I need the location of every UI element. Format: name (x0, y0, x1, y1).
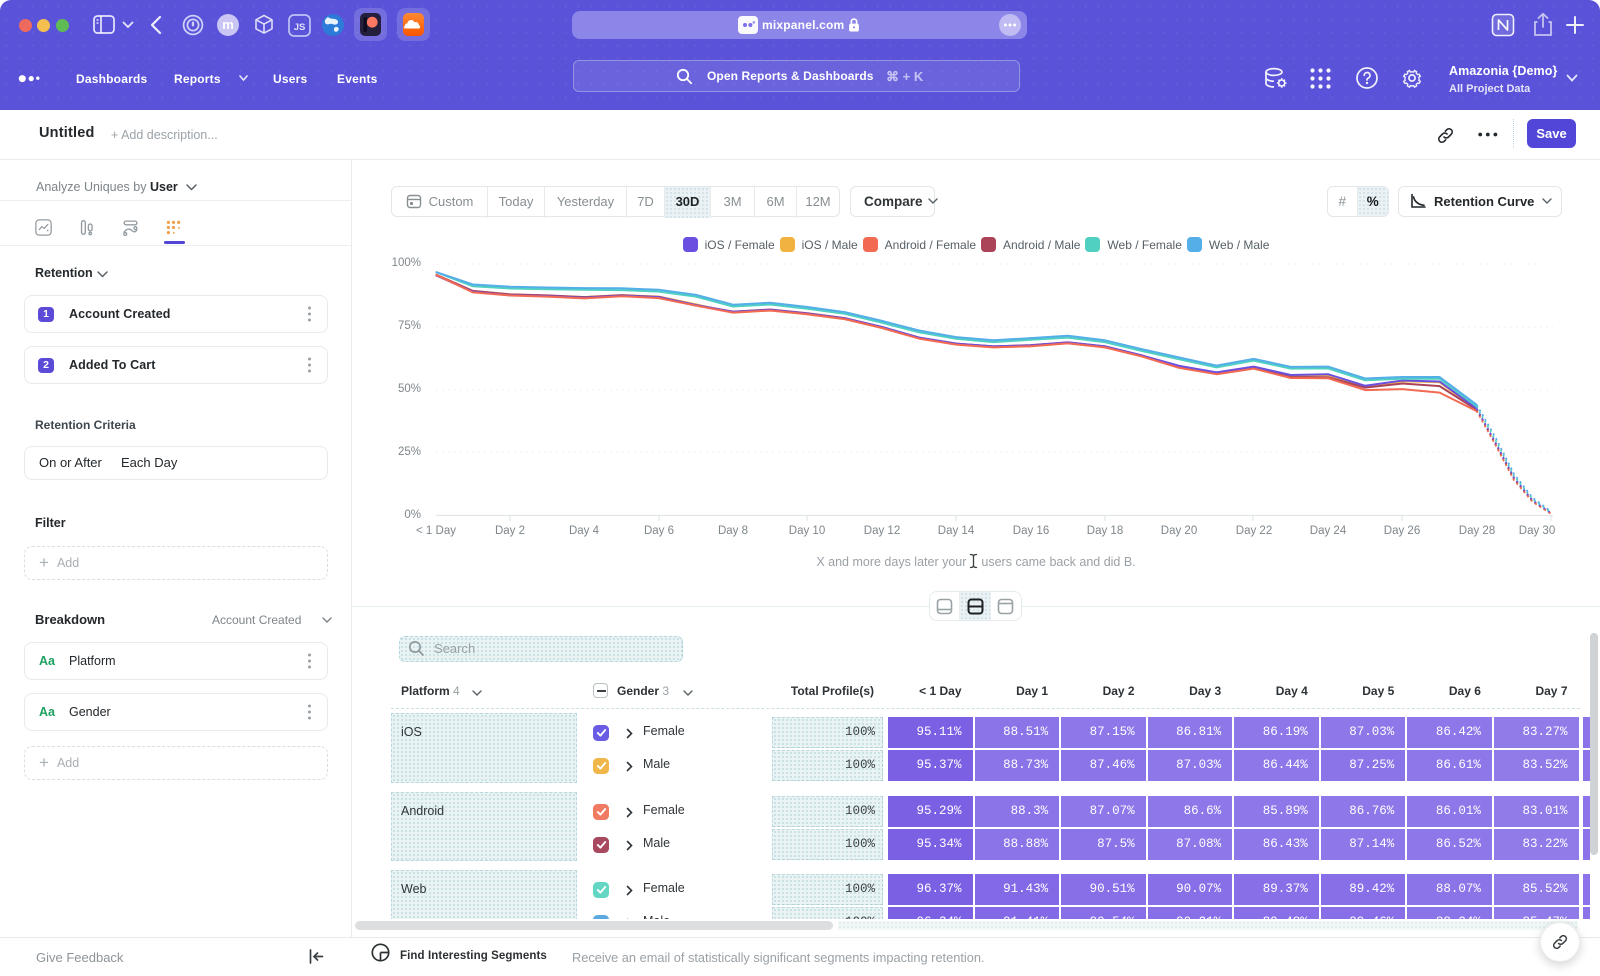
svg-text:JS: JS (294, 22, 306, 33)
